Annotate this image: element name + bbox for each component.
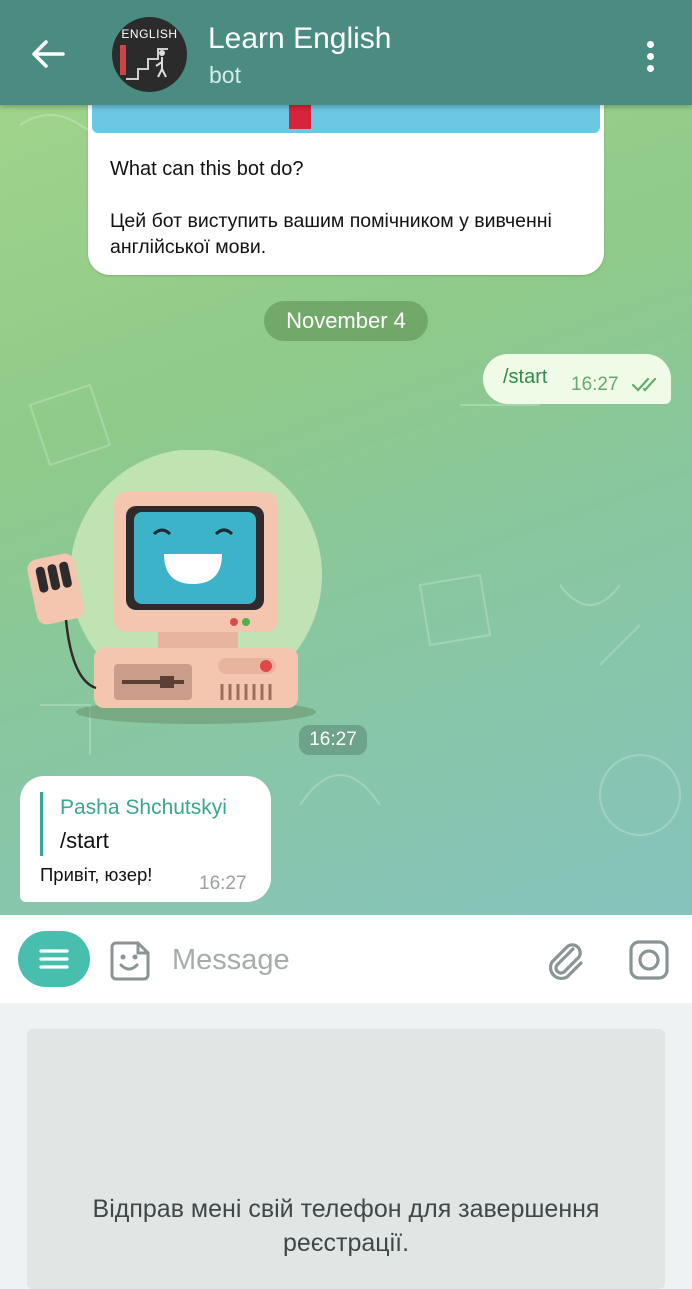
bot-avatar[interactable]: ENGLISH (112, 17, 187, 92)
camera-button[interactable] (626, 937, 672, 983)
sticker-time: 16:27 (299, 725, 367, 755)
sticker-emoji-button[interactable] (108, 937, 154, 983)
dot-icon (646, 64, 654, 72)
chat-title[interactable]: Learn English (208, 22, 391, 56)
reply-quote-bar (40, 792, 43, 856)
attach-button[interactable] (543, 937, 589, 983)
computer-sticker[interactable] (26, 449, 326, 730)
bot-keyboard-area: Відправ мені свій телефон для завершення… (0, 1003, 692, 1289)
intro-title: What can this bot do? (110, 158, 304, 180)
paperclip-icon (548, 943, 583, 981)
chat-area[interactable]: What can this bot do? Цей бот виступить … (0, 105, 692, 915)
intro-banner-image (92, 105, 600, 133)
reply-quoted-text[interactable]: /start (60, 828, 109, 854)
arrow-left-icon (32, 40, 65, 68)
message-text: /start (503, 366, 548, 388)
more-options-button[interactable] (630, 34, 670, 78)
stairs-icon (120, 45, 168, 80)
bot-menu-button[interactable] (18, 931, 90, 987)
chat-header: ENGLISH Learn English bot (0, 0, 692, 105)
date-separator: November 4 (264, 301, 428, 341)
intro-description: Цей бот виступить вашим помічником у вив… (110, 210, 552, 258)
hamburger-menu-icon (39, 949, 69, 969)
dot-icon (646, 52, 654, 60)
double-check-icon (631, 377, 657, 392)
message-time: 16:27 (199, 873, 247, 894)
happy-computer-icon (27, 449, 322, 724)
reply-author[interactable]: Pasha Shchutskyi (60, 796, 227, 820)
incoming-message[interactable]: Pasha Shchutskyi /start Привіт, юзер! 16… (20, 776, 271, 902)
keyboard-button[interactable]: Відправ мені свій телефон для завершення… (27, 1029, 665, 1289)
chat-subtitle: bot (209, 62, 241, 88)
keyboard-button-label: Відправ мені свій телефон для завершення… (92, 1195, 600, 1257)
outgoing-message[interactable]: /start 16:27 (483, 354, 671, 404)
bot-intro-card: What can this bot do? Цей бот виступить … (88, 105, 604, 275)
message-input[interactable] (170, 935, 524, 985)
dot-icon (646, 40, 654, 48)
ribbon-icon (289, 105, 311, 129)
message-text: Привіт, юзер! (40, 864, 153, 885)
message-input-bar (0, 915, 692, 1003)
message-time: 16:27 (571, 374, 619, 395)
camera-icon (629, 940, 669, 980)
sticker-smile-icon (110, 941, 150, 981)
back-button[interactable] (22, 28, 74, 80)
